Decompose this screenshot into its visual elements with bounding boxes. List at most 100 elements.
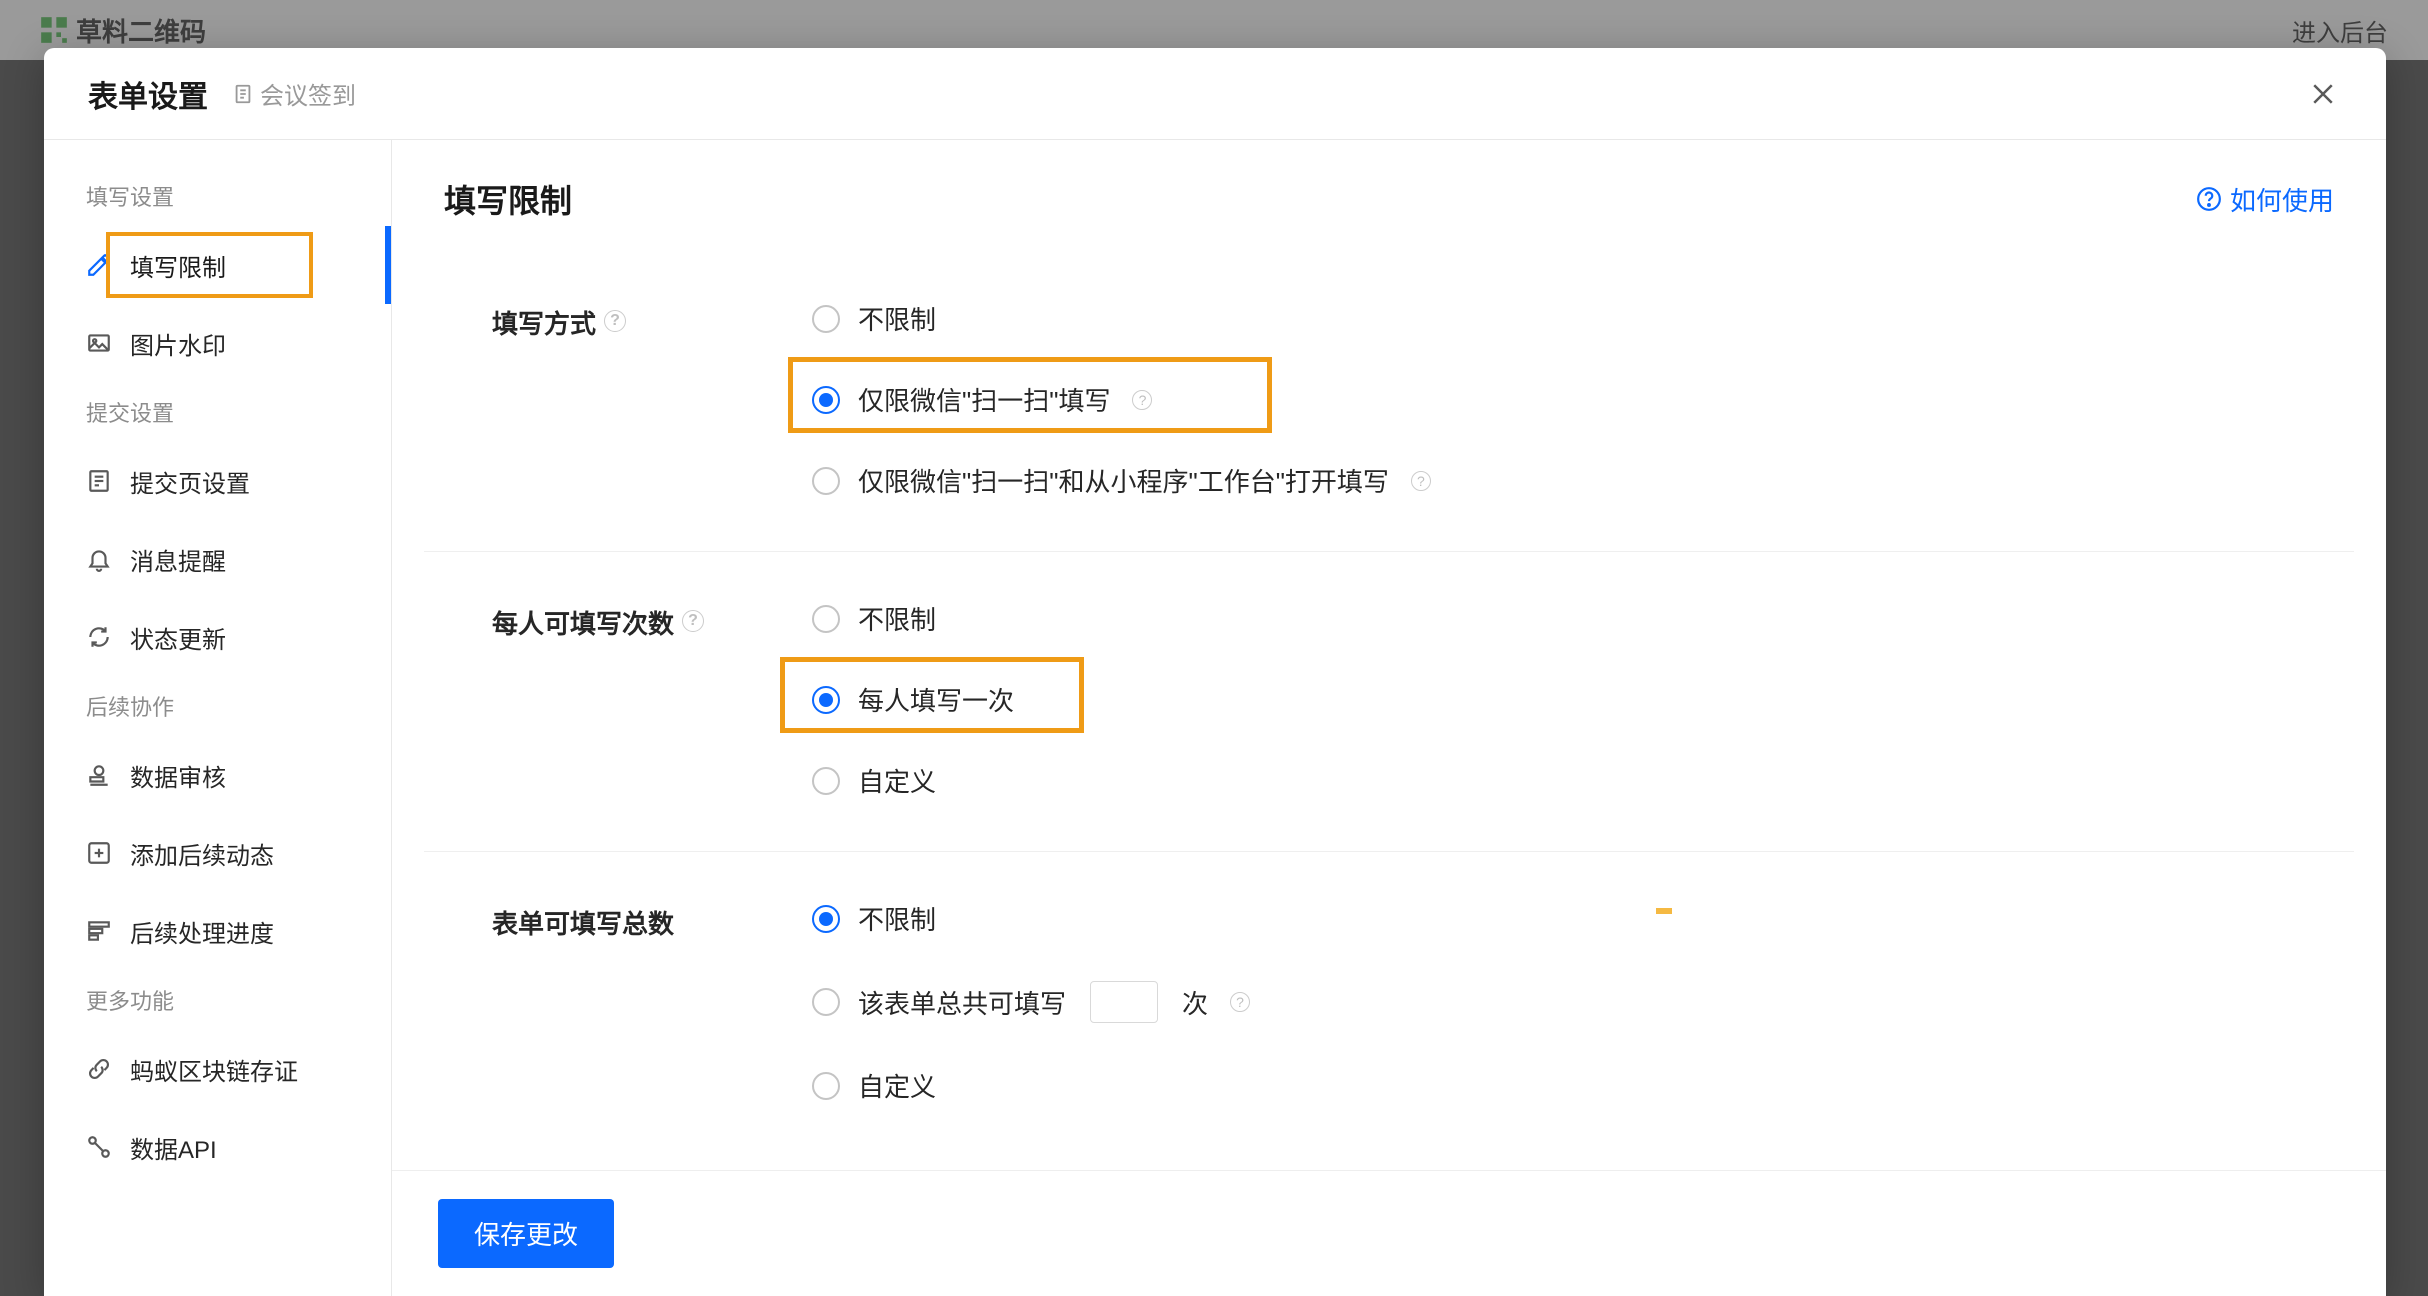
footer: 保存更改: [392, 1170, 2386, 1296]
section-label: 填写方式 ?: [492, 300, 812, 499]
modal-title: 表单设置: [88, 72, 208, 116]
sidebar-item-label: 填写限制: [130, 248, 226, 283]
radio-icon: [812, 686, 840, 714]
admin-link[interactable]: 进入后台: [2292, 13, 2388, 48]
radio-unlimited[interactable]: 不限制: [812, 900, 2286, 937]
help-icon: [2196, 186, 2222, 212]
bell-icon: [86, 546, 112, 572]
section-total: 表单可填写总数 不限制 该表单总共可填写 次 ?: [424, 852, 2354, 1156]
api-icon: [86, 1134, 112, 1160]
section-label: 每人可填写次数 ?: [492, 600, 812, 799]
radio-wechat-scan[interactable]: 仅限微信"扫一扫"填写 ?: [812, 381, 2286, 418]
sidebar-item-label: 添加后续动态: [130, 836, 274, 871]
plus-square-icon: [86, 840, 112, 866]
close-button[interactable]: [2308, 79, 2338, 109]
help-label: 如何使用: [2230, 181, 2334, 218]
sidebar-item-label: 图片水印: [130, 326, 226, 361]
save-button[interactable]: 保存更改: [438, 1199, 614, 1268]
section-label: 表单可填写总数: [492, 900, 812, 1104]
main-panel: 填写限制 如何使用 填写方式 ?: [392, 140, 2386, 1296]
modal-header: 表单设置 会议签到: [44, 48, 2386, 140]
radio-label: 每人填写一次: [858, 681, 1014, 718]
sidebar-item-status[interactable]: 状态更新: [44, 598, 391, 676]
radio-unlimited[interactable]: 不限制: [812, 300, 2286, 337]
sidebar-item-notify[interactable]: 消息提醒: [44, 520, 391, 598]
section-per-person: 每人可填写次数 ? 不限制 每人填写一次: [424, 552, 2354, 852]
progress-icon: [86, 918, 112, 944]
help-icon[interactable]: ?: [604, 310, 626, 332]
radio-total-count[interactable]: 该表单总共可填写 次 ?: [812, 981, 2286, 1023]
options-group: 不限制 仅限微信"扫一扫"填写 ? 仅限微信"扫一扫"和从小程序"工作台"打开填…: [812, 300, 2286, 499]
sidebar-item-label: 提交页设置: [130, 464, 250, 499]
sidebar-item-submit-page[interactable]: 提交页设置: [44, 442, 391, 520]
sidebar-section-fill: 填写设置: [44, 166, 391, 226]
page-title: 填写限制: [444, 176, 572, 222]
radio-label: 自定义: [858, 1067, 936, 1104]
options-group: 不限制 该表单总共可填写 次 ? 自定义: [812, 900, 2286, 1104]
sidebar-item-label: 数据审核: [130, 758, 226, 793]
sidebar-item-label: 消息提醒: [130, 542, 226, 577]
radio-custom[interactable]: 自定义: [812, 1067, 2286, 1104]
breadcrumb-label: 会议签到: [260, 76, 356, 111]
help-link[interactable]: 如何使用: [2196, 181, 2334, 218]
sidebar-section-more: 更多功能: [44, 970, 391, 1030]
image-icon: [86, 330, 112, 356]
refresh-icon: [86, 624, 112, 650]
radio-unlimited[interactable]: 不限制: [812, 600, 2286, 637]
logo: 草料二维码: [40, 12, 206, 49]
radio-label: 仅限微信"扫一扫"填写: [858, 381, 1110, 418]
sidebar-item-fill-limit[interactable]: 填写限制: [44, 226, 391, 304]
radio-label-pre: 该表单总共可填写: [858, 984, 1066, 1021]
sidebar-item-label: 蚂蚁区块链存证: [130, 1052, 298, 1087]
radio-label: 自定义: [858, 762, 936, 799]
form-icon: [232, 83, 254, 105]
radio-icon: [812, 386, 840, 414]
sidebar-item-progress[interactable]: 后续处理进度: [44, 892, 391, 970]
modal-dialog: 表单设置 会议签到 填写设置 填写限制: [44, 48, 2386, 1296]
main-header: 填写限制 如何使用: [392, 140, 2386, 252]
radio-icon: [812, 767, 840, 795]
pencil-icon: [86, 252, 112, 278]
sidebar-item-followup[interactable]: 添加后续动态: [44, 814, 391, 892]
radio-icon: [812, 905, 840, 933]
radio-icon: [812, 605, 840, 633]
stamp-icon: [86, 762, 112, 788]
sidebar-section-followup: 后续协作: [44, 676, 391, 736]
radio-label: 不限制: [858, 600, 936, 637]
breadcrumb[interactable]: 会议签到: [232, 76, 356, 111]
radio-custom[interactable]: 自定义: [812, 762, 2286, 799]
radio-once-per-person[interactable]: 每人填写一次: [812, 681, 2286, 718]
sidebar-item-review[interactable]: 数据审核: [44, 736, 391, 814]
logo-icon: [40, 16, 68, 44]
help-icon[interactable]: ?: [1411, 471, 1431, 491]
sidebar-item-api[interactable]: 数据API: [44, 1108, 391, 1186]
radio-icon: [812, 1072, 840, 1100]
help-icon[interactable]: ?: [1132, 390, 1152, 410]
close-icon: [2308, 79, 2338, 109]
sidebar: 填写设置 填写限制 图片水印 提交设置 提交页设置: [44, 140, 392, 1296]
radio-icon: [812, 305, 840, 333]
sidebar-item-label: 数据API: [130, 1130, 217, 1165]
radio-icon: [812, 988, 840, 1016]
help-icon[interactable]: ?: [1230, 992, 1250, 1012]
radio-label: 仅限微信"扫一扫"和从小程序"工作台"打开填写: [858, 462, 1389, 499]
radio-label: 不限制: [858, 900, 936, 937]
sidebar-item-watermark[interactable]: 图片水印: [44, 304, 391, 382]
sidebar-item-blockchain[interactable]: 蚂蚁区块链存证: [44, 1030, 391, 1108]
radio-label: 不限制: [858, 300, 936, 337]
radio-wechat-miniapp[interactable]: 仅限微信"扫一扫"和从小程序"工作台"打开填写 ?: [812, 462, 2286, 499]
modal-body: 填写设置 填写限制 图片水印 提交设置 提交页设置: [44, 140, 2386, 1296]
logo-text: 草料二维码: [76, 12, 206, 49]
section-fill-method: 填写方式 ? 不限制 仅限微信"扫一扫"填写 ?: [424, 252, 2354, 552]
sidebar-item-label: 后续处理进度: [130, 914, 274, 949]
chain-icon: [86, 1056, 112, 1082]
radio-label-suf: 次: [1182, 984, 1208, 1021]
help-icon[interactable]: ?: [682, 610, 704, 632]
page-icon: [86, 468, 112, 494]
radio-icon: [812, 467, 840, 495]
sidebar-item-label: 状态更新: [130, 620, 226, 655]
content-area: 填写方式 ? 不限制 仅限微信"扫一扫"填写 ?: [424, 252, 2354, 1170]
sidebar-section-submit: 提交设置: [44, 382, 391, 442]
options-group: 不限制 每人填写一次 自定义: [812, 600, 2286, 799]
total-count-input[interactable]: [1090, 981, 1158, 1023]
